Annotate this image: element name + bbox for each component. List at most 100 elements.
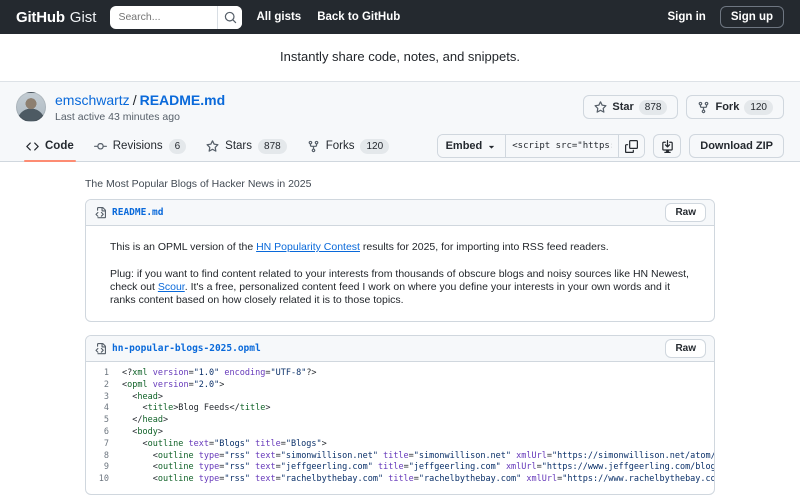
github-gist-logo[interactable]: GitHub Gist [16, 9, 96, 26]
commit-icon [94, 140, 107, 153]
gist-meta: emschwartz/README.md Last active 43 minu… [16, 92, 225, 123]
desktop-download-button[interactable] [653, 134, 681, 158]
file-box-opml: hn-popular-blogs-2025.opml Raw 1<?xml ve… [85, 335, 715, 495]
code-line: 6 <body> [86, 427, 714, 439]
tagline-section: Instantly share code, notes, and snippet… [0, 34, 800, 81]
readme-file-link[interactable]: README.md [112, 207, 163, 218]
code-text: <outline type="rss" text="jeffgeerling.c… [122, 462, 714, 474]
code-line: 1<?xml version="1.0" encoding="UTF-8"?> [86, 368, 714, 380]
code-icon [26, 140, 39, 153]
gist-header: emschwartz/README.md Last active 43 minu… [0, 82, 800, 131]
code-line: 9 <outline type="rss" text="jeffgeerling… [86, 462, 714, 474]
tab-list: Code Revisions 6 Stars878 Forks 120 [16, 131, 399, 161]
embed-url-input[interactable] [506, 135, 618, 157]
code-line: 4 <title>Blog Feeds</title> [86, 403, 714, 415]
fork-label: Fork [715, 101, 739, 113]
tab-revisions[interactable]: Revisions 6 [84, 131, 196, 161]
star-label: Star [612, 101, 633, 113]
readme-paragraph: This is an OPML version of the HN Popula… [110, 241, 690, 254]
download-zip-button[interactable]: Download ZIP [689, 134, 784, 158]
gist-file-link[interactable]: README.md [140, 92, 226, 108]
embed-group: Embed [437, 134, 646, 158]
code-text: </head> [122, 415, 714, 427]
copy-button[interactable] [618, 135, 644, 157]
header-nav-back-to-github[interactable]: Back to GitHub [317, 11, 400, 23]
code-text: <?xml version="1.0" encoding="UTF-8"?> [122, 368, 714, 380]
code-line: 8 <outline type="rss" text="simonwilliso… [86, 451, 714, 463]
gist-strip: emschwartz/README.md Last active 43 minu… [0, 81, 800, 162]
search-icon [224, 11, 237, 24]
line-number[interactable]: 4 [86, 403, 122, 415]
star-icon [594, 101, 607, 114]
header-nav-all-gists[interactable]: All gists [256, 11, 301, 23]
sign-in-link[interactable]: Sign in [667, 11, 705, 23]
top-header: GitHub Gist All gists Back to GitHub Sign… [0, 0, 800, 34]
search-button[interactable] [217, 6, 242, 29]
code-line: 2<opml version="2.0"> [86, 380, 714, 392]
line-number[interactable]: 6 [86, 427, 122, 439]
fork-button[interactable]: Fork 120 [686, 95, 784, 119]
code-line: 10 <outline type="rss" text="rachelbythe… [86, 474, 714, 486]
readme-link[interactable]: Scour [158, 281, 185, 293]
gist-last-active: Last active 43 minutes ago [55, 111, 225, 123]
avatar[interactable] [16, 92, 46, 122]
tab-actions: Embed Download ZIP [437, 134, 784, 158]
tab-stars[interactable]: Stars878 [196, 131, 297, 161]
code-text: <outline type="rss" text="simonwillison.… [122, 451, 714, 463]
raw-button-opml[interactable]: Raw [665, 339, 706, 358]
tab-forks[interactable]: Forks 120 [297, 131, 399, 161]
file-box-readme: README.md Raw This is an OPML version of… [85, 199, 715, 322]
gist-owner-link[interactable]: emschwartz [55, 92, 130, 108]
file-code-icon [94, 343, 106, 355]
copy-icon [625, 140, 638, 153]
star-icon [206, 140, 219, 153]
star-button[interactable]: Star 878 [583, 95, 678, 119]
line-number[interactable]: 1 [86, 368, 122, 380]
code-line: 3 <head> [86, 392, 714, 404]
gist-title-separator: / [133, 92, 137, 108]
code-body: 1<?xml version="1.0" encoding="UTF-8"?>2… [86, 362, 714, 494]
tab-label: Stars [225, 140, 252, 152]
search-box [110, 6, 242, 29]
header-nav: All gists Back to GitHub [256, 11, 400, 23]
tab-code[interactable]: Code [16, 131, 84, 161]
line-number[interactable]: 7 [86, 439, 122, 451]
code-text: <outline text="Blogs" title="Blogs"> [122, 439, 714, 451]
readme-body: This is an OPML version of the HN Popula… [86, 226, 714, 321]
sign-up-button[interactable]: Sign up [720, 6, 784, 28]
tagline-text: Instantly share code, notes, and snippet… [280, 49, 520, 64]
code-text: <opml version="2.0"> [122, 380, 714, 392]
search-input[interactable] [110, 6, 217, 29]
main-content: The Most Popular Blogs of Hacker News in… [0, 162, 800, 495]
gist-description: The Most Popular Blogs of Hacker News in… [85, 178, 715, 190]
fork-icon [697, 101, 710, 114]
line-number[interactable]: 9 [86, 462, 122, 474]
logo-github-text: GitHub [16, 9, 65, 26]
readme-link[interactable]: HN Popularity Contest [256, 241, 360, 253]
tab-label: Forks [326, 140, 355, 152]
file-code-icon [94, 207, 106, 219]
fork-count: 120 [744, 100, 773, 115]
fork-icon [307, 140, 320, 153]
line-number[interactable]: 10 [86, 474, 122, 486]
desktop-download-icon [661, 140, 674, 153]
code-line: 7 <outline text="Blogs" title="Blogs"> [86, 439, 714, 451]
opml-file-link[interactable]: hn-popular-blogs-2025.opml [112, 343, 261, 354]
line-number[interactable]: 2 [86, 380, 122, 392]
star-count: 878 [639, 100, 668, 115]
line-number[interactable]: 3 [86, 392, 122, 404]
triangle-down-icon [486, 141, 497, 152]
gist-title: emschwartz/README.md [55, 92, 225, 108]
code-text: <head> [122, 392, 714, 404]
tab-label: Revisions [113, 140, 163, 152]
raw-button-readme[interactable]: Raw [665, 203, 706, 222]
line-number[interactable]: 8 [86, 451, 122, 463]
code-text: <outline type="rss" text="rachelbythebay… [122, 474, 714, 486]
tab-counter: 120 [360, 139, 389, 154]
readme-paragraph: Plug: if you want to find content relate… [110, 268, 690, 307]
embed-dropdown-button[interactable]: Embed [438, 135, 507, 157]
line-number[interactable]: 5 [86, 415, 122, 427]
code-text: <title>Blog Feeds</title> [122, 403, 714, 415]
tab-counter: 6 [169, 139, 187, 154]
code-text: <body> [122, 427, 714, 439]
